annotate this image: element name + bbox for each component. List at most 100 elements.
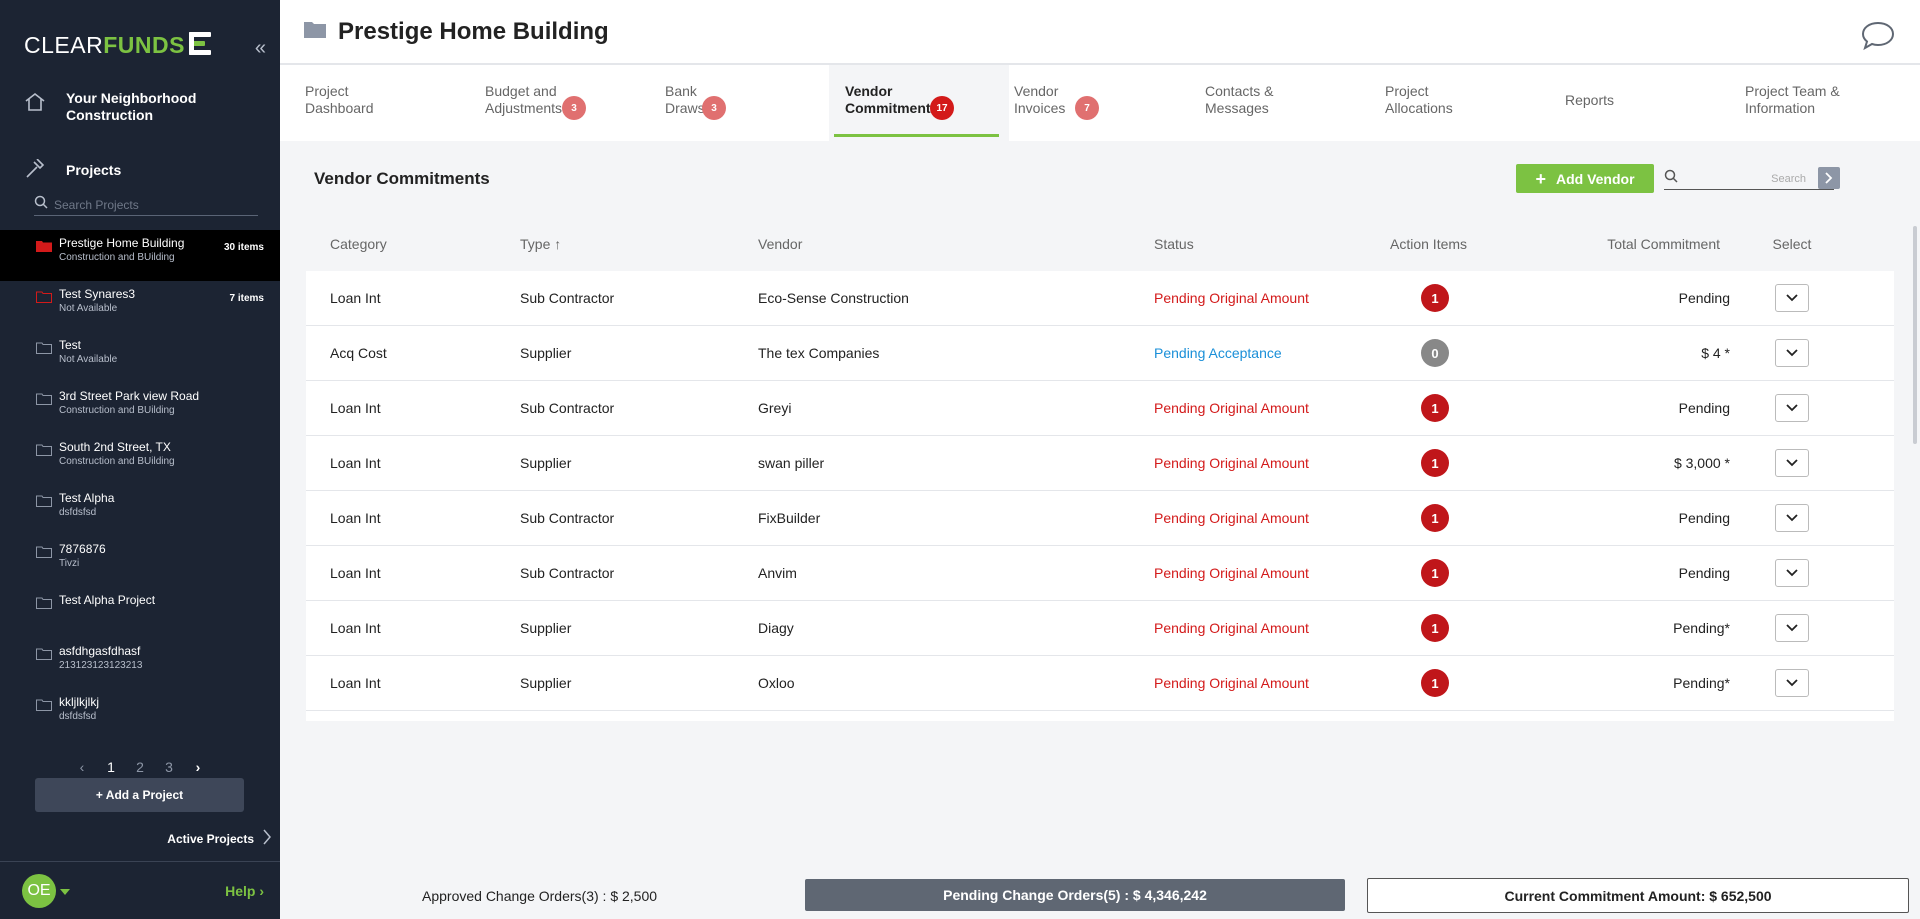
action-items-badge[interactable]: 1	[1421, 284, 1449, 312]
tab-badge: 7	[1075, 96, 1099, 120]
tab-vendor-invoices[interactable]: Vendor Invoices 7	[1009, 65, 1189, 141]
project-item[interactable]: South 2nd Street, TX Construction and BUi…	[0, 434, 280, 485]
cell-category: Loan Int	[330, 675, 381, 691]
table-row[interactable]: Acq Cost Supplier The tex Companies Pend…	[306, 326, 1894, 381]
row-select-dropdown[interactable]	[1775, 504, 1809, 532]
tab-budget-adjustments[interactable]: Budget and Adjustments 3	[469, 65, 649, 141]
project-item[interactable]: asfdhgasfdhasf 213123123123213	[0, 638, 280, 689]
sidebar-footer: OE Help ›	[0, 861, 280, 919]
tab-reports[interactable]: Reports	[1549, 65, 1729, 141]
project-item[interactable]: 3rd Street Park view Road Construction an…	[0, 383, 280, 434]
row-select-dropdown[interactable]	[1775, 339, 1809, 367]
tab-contacts-messages[interactable]: Contacts & Messages	[1189, 65, 1369, 141]
pending-change-orders-button[interactable]: Pending Change Orders(5) : $ 4,346,242	[805, 879, 1345, 911]
search-go-button[interactable]	[1818, 167, 1840, 189]
next-page-icon[interactable]: ›	[184, 759, 213, 775]
action-items-badge[interactable]: 1	[1421, 504, 1449, 532]
cell-type: Supplier	[520, 675, 572, 691]
project-sub: Not Available	[59, 354, 118, 365]
project-item[interactable]: kkljlkjlkj dsfdsfsd	[0, 689, 280, 740]
add-project-button[interactable]: + Add a Project	[35, 778, 244, 812]
action-items-badge[interactable]: 1	[1421, 394, 1449, 422]
cell-status: Pending Original Amount	[1154, 675, 1309, 691]
col-type[interactable]: Type ↑	[520, 236, 758, 252]
active-projects-link[interactable]: Active Projects	[167, 828, 272, 849]
vendor-search-input[interactable]	[1686, 172, 1806, 185]
tab-project-team[interactable]: Project Team & Information	[1729, 65, 1909, 141]
project-name: Test Alpha Project	[59, 593, 156, 607]
cell-type: Sub Contractor	[520, 400, 615, 416]
chevron-down-icon	[1786, 569, 1798, 577]
table-row[interactable]: Loan Int Supplier swan piller Pending Or…	[306, 436, 1894, 491]
page-3[interactable]: 3	[155, 759, 184, 775]
table-scrollbar[interactable]	[1913, 226, 1917, 444]
row-select-dropdown[interactable]	[1775, 449, 1809, 477]
cell-vendor: Oxloo	[758, 675, 795, 691]
add-vendor-button[interactable]: + Add Vendor	[1516, 164, 1654, 193]
action-items-badge[interactable]: 1	[1421, 449, 1449, 477]
tab-project-dashboard[interactable]: Project Dashboard	[289, 65, 469, 141]
table-row[interactable]: Loan Int Sub Contractor Anvim Pending Or…	[306, 546, 1894, 601]
chat-icon[interactable]	[1860, 20, 1896, 57]
project-item[interactable]: Test Not Available	[0, 332, 280, 383]
col-vendor[interactable]: Vendor	[758, 236, 1154, 252]
chevron-right-icon	[262, 828, 272, 849]
cell-select	[1750, 284, 1834, 312]
approved-change-orders: Approved Change Orders(3) : $ 2,500	[422, 888, 658, 904]
chevron-down-icon	[1786, 349, 1798, 357]
action-items-badge[interactable]: 1	[1421, 669, 1449, 697]
cell-action-items: 1	[1360, 284, 1510, 312]
tab-project-allocations[interactable]: Project Allocations	[1369, 65, 1549, 141]
action-items-badge[interactable]: 0	[1421, 339, 1449, 367]
col-total-commitment[interactable]: Total Commitment	[1510, 236, 1750, 252]
user-menu[interactable]: OE	[22, 873, 70, 908]
tab-label: Vendor Invoices	[1014, 83, 1066, 116]
col-action-items[interactable]: Action Items	[1360, 236, 1510, 252]
caret-down-icon	[60, 882, 70, 900]
cell-status: Pending Original Amount	[1154, 290, 1309, 306]
row-select-dropdown[interactable]	[1775, 614, 1809, 642]
cell-type: Sub Contractor	[520, 290, 615, 306]
project-item[interactable]: Prestige Home Building Construction and B…	[0, 230, 280, 281]
project-name: 3rd Street Park view Road	[59, 389, 200, 403]
project-search-input[interactable]	[54, 197, 234, 212]
main-content: Prestige Home Building Project Dashboard…	[280, 0, 1920, 919]
folder-icon	[36, 392, 52, 405]
help-link[interactable]: Help ›	[225, 883, 264, 899]
collapse-sidebar-icon[interactable]: «	[255, 38, 266, 58]
prev-page-icon[interactable]: ‹	[68, 759, 97, 775]
row-select-dropdown[interactable]	[1775, 669, 1809, 697]
project-item[interactable]: 7876876 Tivzi	[0, 536, 280, 587]
cell-status: Pending Acceptance	[1154, 345, 1282, 361]
table-row[interactable]: Loan Int Sub Contractor FixBuilder Pendi…	[306, 491, 1894, 546]
col-category[interactable]: Category	[306, 236, 520, 252]
page-2[interactable]: 2	[126, 759, 155, 775]
row-select-dropdown[interactable]	[1775, 559, 1809, 587]
project-item[interactable]: Test Alpha dsfdsfsd	[0, 485, 280, 536]
action-items-badge[interactable]: 1	[1421, 559, 1449, 587]
col-status[interactable]: Status	[1154, 236, 1360, 252]
cell-type: Sub Contractor	[520, 565, 615, 581]
cell-category: Loan Int	[330, 510, 381, 526]
project-sub: Construction and BUilding	[59, 252, 175, 263]
table-row[interactable]: Loan Int Supplier Oxloo Pending Original…	[306, 656, 1894, 711]
sidebar-item-projects[interactable]: Projects	[0, 157, 280, 182]
sidebar-item-company[interactable]: Your Neighborhood Construction	[0, 90, 280, 148]
tab-bank-draws[interactable]: Bank Draws 3	[649, 65, 829, 141]
action-items-badge[interactable]: 1	[1421, 614, 1449, 642]
cell-category: Loan Int	[330, 290, 381, 306]
project-item[interactable]: Test Alpha Project	[0, 587, 280, 638]
vendor-search	[1664, 168, 1834, 190]
chevron-down-icon	[1786, 679, 1798, 687]
page-1[interactable]: 1	[97, 759, 126, 775]
row-select-dropdown[interactable]	[1775, 394, 1809, 422]
table-row[interactable]: Loan Int Sub Contractor Eco-Sense Constr…	[306, 271, 1894, 326]
table-row[interactable]: Loan Int Supplier Diagy Pending Original…	[306, 601, 1894, 656]
row-select-dropdown[interactable]	[1775, 284, 1809, 312]
tab-vendor-commitments[interactable]: Vendor Commitments 17	[829, 65, 1009, 141]
tab-label: Reports	[1565, 92, 1615, 108]
folder-icon	[36, 290, 52, 303]
table-row[interactable]: Loan Int Sub Contractor Greyi Pending Or…	[306, 381, 1894, 436]
project-item[interactable]: Test Synares3 Not Available 7 items	[0, 281, 280, 332]
cell-select	[1750, 449, 1834, 477]
